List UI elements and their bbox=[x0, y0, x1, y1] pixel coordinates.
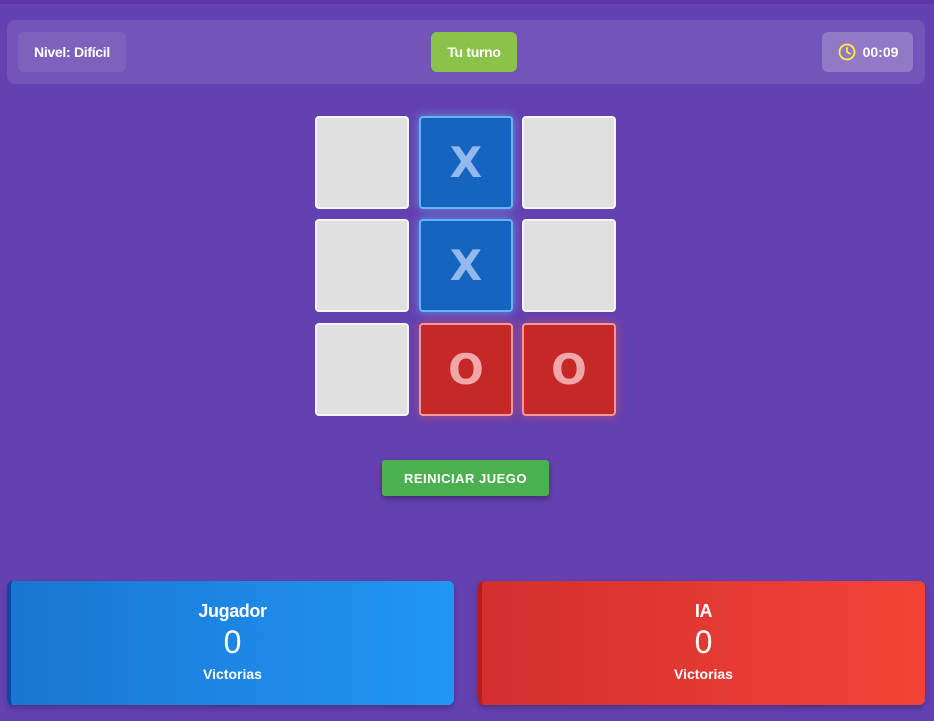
board-cell-2[interactable]: X bbox=[419, 116, 513, 209]
ai-name: IA bbox=[694, 601, 713, 621]
player-name: Jugador bbox=[198, 601, 267, 621]
player-score-caption: Victorias bbox=[203, 666, 262, 682]
player-score-value: 0 bbox=[223, 624, 242, 660]
game-header: Nivel: Difícil Tu turno 00:09 bbox=[7, 20, 925, 84]
board-cell-9[interactable]: O bbox=[522, 323, 616, 416]
game-board: X X O O bbox=[315, 116, 617, 416]
board-cell-8[interactable]: O bbox=[419, 323, 513, 416]
board-cell-4[interactable] bbox=[315, 219, 409, 312]
level-badge: Nivel: Difícil bbox=[18, 32, 126, 72]
reset-game-button[interactable]: REINICIAR JUEGO bbox=[382, 460, 549, 496]
clock-icon bbox=[838, 43, 856, 61]
ai-score-card: IA 0 Victorias bbox=[478, 581, 925, 705]
board-cell-5[interactable]: X bbox=[419, 219, 513, 312]
board-cell-7[interactable] bbox=[315, 323, 409, 416]
ai-score-caption: Victorias bbox=[674, 666, 733, 682]
player-score-card: Jugador 0 Victorias bbox=[7, 581, 454, 705]
ai-score-value: 0 bbox=[694, 624, 713, 660]
turn-indicator: Tu turno bbox=[431, 32, 517, 72]
timer-value: 00:09 bbox=[862, 44, 899, 60]
level-label: Nivel: Difícil bbox=[34, 44, 110, 60]
turn-label: Tu turno bbox=[447, 44, 501, 60]
board-cell-3[interactable] bbox=[522, 116, 616, 209]
top-strip bbox=[0, 0, 934, 4]
board-cell-1[interactable] bbox=[315, 116, 409, 209]
timer-badge: 00:09 bbox=[822, 32, 913, 72]
board-cell-6[interactable] bbox=[522, 219, 616, 312]
